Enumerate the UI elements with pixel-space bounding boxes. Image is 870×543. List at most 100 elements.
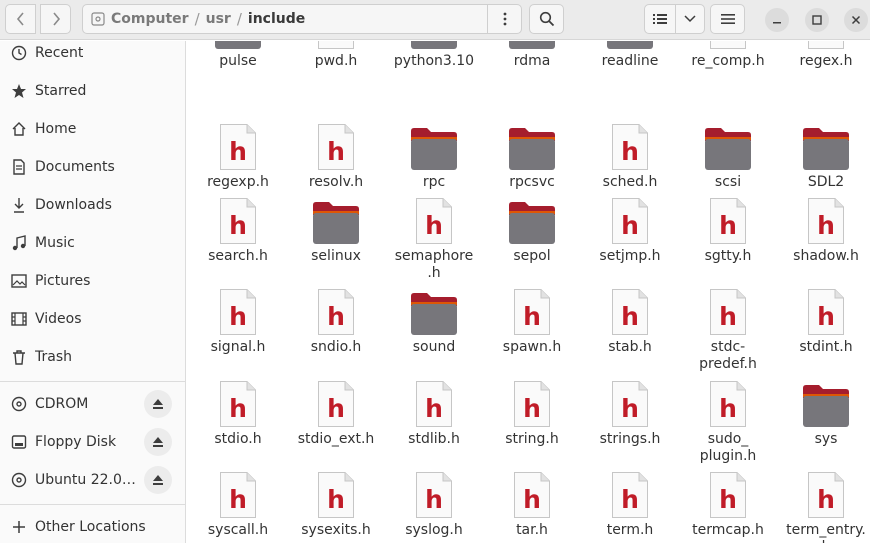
file-item[interactable]: h stdint.h (777, 280, 870, 356)
file-item[interactable]: h pwd.h (287, 41, 385, 70)
back-button[interactable] (5, 4, 36, 34)
file-item[interactable]: h stdc-predef.h (679, 280, 777, 373)
svg-text:h: h (621, 211, 639, 240)
folder-item[interactable]: readline (581, 41, 679, 70)
folder-icon (581, 41, 679, 50)
folder-item[interactable]: selinux (287, 189, 385, 265)
file-item[interactable]: h setjmp.h (581, 189, 679, 265)
eject-button[interactable] (144, 466, 172, 494)
file-name-label: string.h (505, 431, 559, 447)
folder-item[interactable]: pulse (189, 41, 287, 70)
file-item[interactable]: h sgtty.h (679, 189, 777, 265)
sidebar-item-ubuntu[interactable]: Ubuntu 22.0… (0, 462, 185, 498)
breadcrumb-computer[interactable]: Computer (105, 11, 195, 27)
sidebar-item-cdrom[interactable]: CDROM (0, 386, 185, 422)
minimize-button[interactable] (765, 8, 789, 32)
file-item[interactable]: h spawn.h (483, 280, 581, 356)
file-item[interactable]: h sched.h (581, 115, 679, 191)
file-item[interactable]: h sysexits.h (287, 463, 385, 539)
sidebar-item-downloads[interactable]: Downloads (0, 187, 185, 223)
svg-text:h: h (621, 137, 639, 166)
search-icon (539, 11, 554, 27)
folder-item[interactable]: python3.10 (385, 41, 483, 70)
file-item[interactable]: h stab.h (581, 280, 679, 356)
file-item[interactable]: h regex.h (777, 41, 870, 70)
disc-icon (9, 470, 29, 490)
folder-item[interactable]: rpc (385, 115, 483, 191)
header-bar: Computer / usr / include (0, 0, 870, 40)
sidebar-item-videos[interactable]: Videos (0, 301, 185, 337)
sidebar-item-label: Videos (35, 311, 82, 327)
file-item[interactable]: h stdio.h (189, 372, 287, 448)
c-header-file-icon: h (483, 280, 581, 336)
c-header-file-icon: h (581, 372, 679, 428)
file-item[interactable]: h shadow.h (777, 189, 870, 265)
file-item[interactable]: h sudo_ plugin.h (679, 372, 777, 465)
file-item[interactable]: h term_entry.h (777, 463, 870, 543)
folder-item[interactable]: sys (777, 372, 870, 448)
sidebar-item-music[interactable]: Music (0, 225, 185, 261)
sidebar-item-pictures[interactable]: Pictures (0, 263, 185, 299)
eject-button[interactable] (144, 428, 172, 456)
forward-button[interactable] (40, 4, 71, 34)
file-item[interactable]: h semaphore .h (385, 189, 483, 282)
file-item[interactable]: h signal.h (189, 280, 287, 356)
sidebar-divider (0, 381, 185, 382)
list-view-button[interactable] (645, 5, 677, 33)
sidebar-item-floppy-disk[interactable]: Floppy Disk (0, 424, 185, 460)
file-item[interactable]: h termcap.h (679, 463, 777, 539)
breadcrumb-usr[interactable]: usr (200, 11, 237, 27)
file-item[interactable]: h stdlib.h (385, 372, 483, 448)
breadcrumb-include[interactable]: include (242, 11, 311, 27)
file-item[interactable]: h resolv.h (287, 115, 385, 191)
view-options-button[interactable] (676, 5, 704, 33)
file-item[interactable]: h syscall.h (189, 463, 287, 539)
file-name-label: stdlib.h (408, 431, 460, 447)
sidebar-item-documents[interactable]: Documents (0, 149, 185, 185)
eject-button[interactable] (144, 390, 172, 418)
c-header-file-icon: h (189, 463, 287, 519)
sidebar-item-label: Home (35, 121, 77, 137)
folder-item[interactable]: rpcsvc (483, 115, 581, 191)
folder-item[interactable]: rdma (483, 41, 581, 70)
sidebar-item-home[interactable]: Home (0, 111, 185, 147)
folder-item[interactable]: SDL2 (777, 115, 870, 191)
folder-item[interactable]: sound (385, 280, 483, 356)
file-item[interactable]: h sndio.h (287, 280, 385, 356)
sidebar-item-label: Downloads (35, 197, 112, 213)
file-item[interactable]: h search.h (189, 189, 287, 265)
folder-item[interactable]: scsi (679, 115, 777, 191)
maximize-button[interactable] (805, 8, 829, 32)
sidebar-item-trash[interactable]: Trash (0, 339, 185, 375)
path-bar[interactable]: Computer / usr / include (82, 4, 522, 34)
c-header-file-icon: h (385, 463, 483, 519)
sidebar-item-recent[interactable]: Recent (0, 41, 185, 71)
svg-text:h: h (229, 211, 247, 240)
file-item[interactable]: h term.h (581, 463, 679, 539)
clock-icon (9, 43, 29, 63)
sidebar-item-other-locations[interactable]: Other Locations (0, 509, 185, 543)
video-icon (9, 309, 29, 329)
file-item[interactable]: h stdio_ext.h (287, 372, 385, 448)
file-item[interactable]: h tar.h (483, 463, 581, 539)
file-item[interactable]: h strings.h (581, 372, 679, 448)
file-name-label: sudo_ plugin.h (699, 431, 757, 464)
download-icon (9, 195, 29, 215)
close-button[interactable] (844, 8, 868, 32)
file-item[interactable]: h string.h (483, 372, 581, 448)
search-button[interactable] (529, 4, 564, 34)
svg-text:h: h (719, 302, 737, 331)
c-header-file-icon: h (483, 372, 581, 428)
sidebar-item-starred[interactable]: Starred (0, 73, 185, 109)
c-header-file-icon: h (679, 189, 777, 245)
file-item[interactable]: h syslog.h (385, 463, 483, 539)
folder-item[interactable]: sepol (483, 189, 581, 265)
svg-text:h: h (523, 485, 541, 514)
path-menu-button[interactable] (487, 5, 521, 33)
c-header-file-icon: h (581, 115, 679, 171)
sidebar-item-label: Trash (35, 349, 72, 365)
file-name-label: strings.h (599, 431, 661, 447)
file-item[interactable]: h regexp.h (189, 115, 287, 191)
file-item[interactable]: h re_comp.h (679, 41, 777, 70)
main-menu-button[interactable] (710, 4, 745, 34)
